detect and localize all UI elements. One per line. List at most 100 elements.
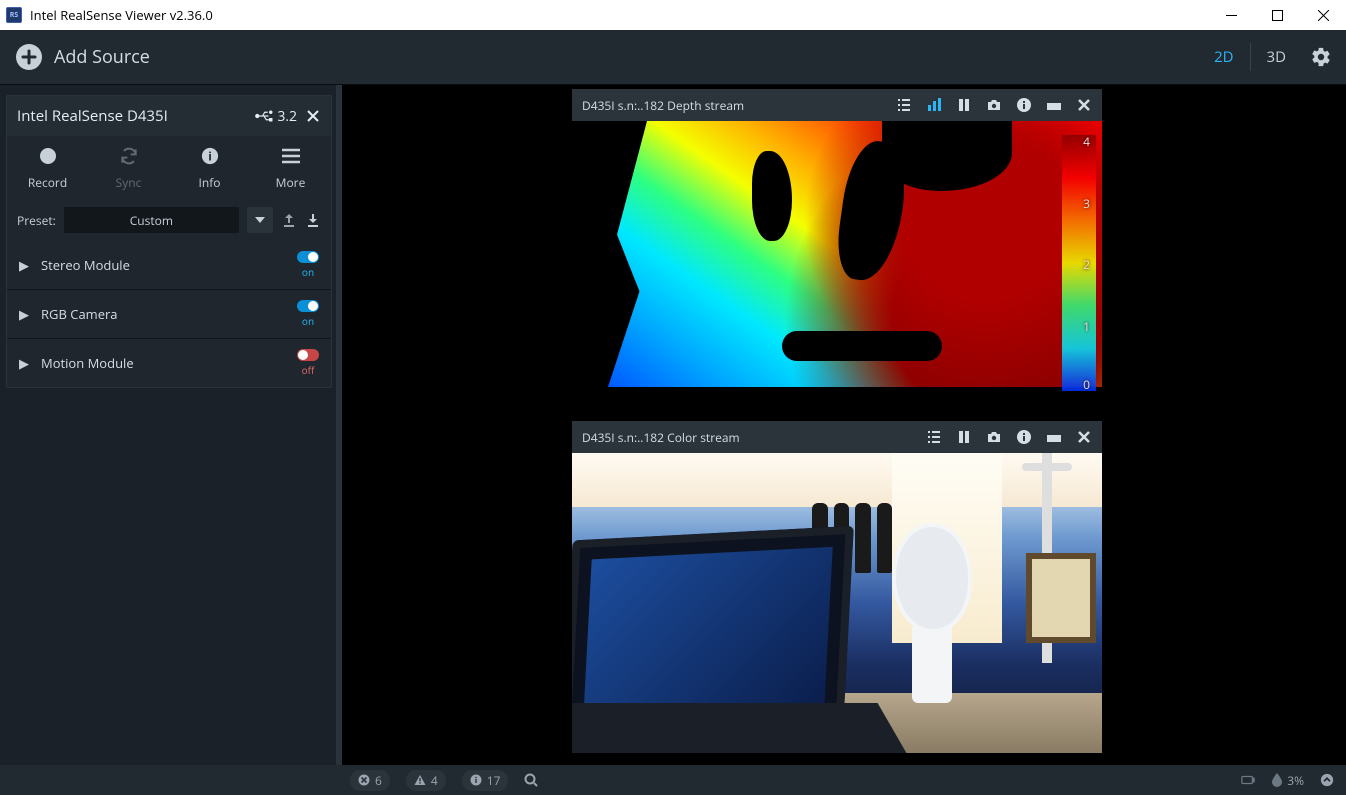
plus-circle-icon — [16, 44, 42, 70]
warning-icon — [414, 774, 426, 786]
color-stream-header: D435I s.n:..182 Color stream — [572, 421, 1102, 453]
stream-pause-icon[interactable] — [956, 97, 972, 113]
stream-pause-icon[interactable] — [956, 429, 972, 445]
preset-dropdown[interactable]: Custom — [64, 207, 239, 233]
info-icon — [470, 774, 482, 786]
stream-chart-icon[interactable] — [926, 97, 942, 113]
device-card-header: Intel RealSense D435I 3.2 — [7, 96, 331, 136]
stream-canvas: D435I s.n:..182 Depth stream — [342, 85, 1346, 765]
module-stereo-toggle[interactable]: on — [297, 251, 319, 279]
preset-row: Preset: Custom — [7, 199, 331, 241]
stream-list-icon[interactable] — [926, 429, 942, 445]
view-mode-2d[interactable]: 2D — [1198, 43, 1250, 71]
view-mode-switch: 2D 3D — [1198, 43, 1304, 71]
chevron-right-icon: ▶ — [19, 354, 29, 372]
add-source-button[interactable]: Add Source — [16, 44, 150, 70]
status-search-button[interactable] — [524, 773, 538, 787]
status-bar: 6 4 17 3% — [0, 765, 1346, 795]
preset-value: Custom — [130, 212, 173, 229]
depth-stream-header: D435I s.n:..182 Depth stream — [572, 89, 1102, 121]
app-icon: RS — [6, 7, 22, 23]
preset-dropdown-caret[interactable] — [247, 207, 273, 233]
record-label: Record — [28, 174, 67, 191]
close-button[interactable] — [1300, 0, 1346, 30]
scale-tick: 2 — [1083, 256, 1090, 273]
preset-label: Preset: — [17, 212, 56, 229]
status-humidity-value: 3% — [1287, 772, 1304, 789]
status-errors[interactable]: 6 — [350, 770, 390, 791]
status-warnings[interactable]: 4 — [406, 770, 446, 791]
error-icon — [358, 774, 370, 786]
toggle-state-label: on — [302, 265, 314, 279]
add-source-label: Add Source — [54, 45, 150, 69]
device-remove-button[interactable] — [307, 110, 319, 122]
record-button[interactable]: Record — [7, 146, 88, 191]
usb-version: 3.2 — [277, 107, 297, 126]
search-icon — [524, 773, 538, 787]
more-button[interactable]: More — [250, 146, 331, 191]
stream-snapshot-icon[interactable] — [986, 429, 1002, 445]
module-rgb-toggle[interactable]: on — [297, 300, 319, 328]
svg-text:i: i — [208, 149, 212, 165]
preset-download-button[interactable] — [305, 212, 321, 228]
hamburger-icon — [282, 146, 300, 166]
settings-button[interactable] — [1304, 46, 1332, 68]
depth-stream-panel: D435I s.n:..182 Depth stream — [572, 89, 1102, 405]
preset-upload-button[interactable] — [281, 212, 297, 228]
usb-version-badge: 3.2 — [255, 107, 297, 126]
record-icon — [39, 146, 57, 166]
scale-tick: 0 — [1083, 376, 1090, 393]
depth-color-scale: 0 1 2 3 4 — [1062, 135, 1096, 391]
sync-button[interactable]: Sync — [88, 146, 169, 191]
status-warnings-count: 4 — [431, 772, 438, 789]
status-battery-icon — [1241, 773, 1255, 787]
stream-close-icon[interactable] — [1076, 429, 1092, 445]
module-rgb[interactable]: ▶RGB Camera on — [7, 289, 331, 338]
toggle-state-label: off — [302, 363, 315, 377]
toggle-state-label: on — [302, 314, 314, 328]
status-errors-count: 6 — [375, 772, 382, 789]
chevron-right-icon: ▶ — [19, 256, 29, 274]
toggle-switch-icon — [297, 251, 319, 263]
info-label: Info — [199, 174, 221, 191]
stream-list-icon[interactable] — [896, 97, 912, 113]
color-stream-title: D435I s.n:..182 Color stream — [582, 429, 740, 446]
status-expand-button[interactable] — [1320, 773, 1334, 787]
stream-info-icon[interactable] — [1016, 429, 1032, 445]
status-infos-count: 17 — [487, 772, 501, 789]
minimize-button[interactable] — [1208, 0, 1254, 30]
usb-icon — [255, 109, 273, 123]
maximize-button[interactable] — [1254, 0, 1300, 30]
view-mode-3d[interactable]: 3D — [1251, 43, 1304, 71]
toggle-switch-icon — [297, 349, 319, 361]
depth-stream-title: D435I s.n:..182 Depth stream — [582, 97, 744, 114]
device-card: Intel RealSense D435I 3.2 — [6, 95, 332, 388]
stream-snapshot-icon[interactable] — [986, 97, 1002, 113]
module-motion-toggle[interactable]: off — [297, 349, 319, 377]
status-infos[interactable]: 17 — [462, 770, 509, 791]
scale-tick: 1 — [1083, 318, 1090, 335]
depth-stream-view[interactable]: 0 1 2 3 4 — [572, 121, 1102, 405]
stream-fullscreen-icon[interactable] — [1046, 429, 1062, 445]
scale-tick: 3 — [1083, 195, 1090, 212]
module-label: Stereo Module — [41, 256, 130, 274]
chevron-right-icon: ▶ — [19, 305, 29, 323]
sync-icon — [119, 146, 139, 166]
info-icon: i — [201, 146, 219, 166]
status-humidity: 3% — [1271, 772, 1304, 789]
color-stream-panel: D435I s.n:..182 Color stream — [572, 421, 1102, 753]
module-motion[interactable]: ▶Motion Module off — [7, 338, 331, 387]
stream-close-icon[interactable] — [1076, 97, 1092, 113]
device-sidebar: Intel RealSense D435I 3.2 — [0, 85, 338, 765]
stream-fullscreen-icon[interactable] — [1046, 97, 1062, 113]
more-label: More — [276, 174, 306, 191]
stream-info-icon[interactable] — [1016, 97, 1032, 113]
window-titlebar: RS Intel RealSense Viewer v2.36.0 — [0, 0, 1346, 30]
window-title: Intel RealSense Viewer v2.36.0 — [30, 6, 213, 24]
device-name: Intel RealSense D435I — [17, 106, 168, 126]
droplet-icon — [1271, 773, 1283, 787]
color-stream-view[interactable] — [572, 453, 1102, 753]
chevron-up-circle-icon — [1320, 773, 1334, 787]
module-stereo[interactable]: ▶ Stereo Module on — [7, 241, 331, 289]
info-button[interactable]: i Info — [169, 146, 250, 191]
